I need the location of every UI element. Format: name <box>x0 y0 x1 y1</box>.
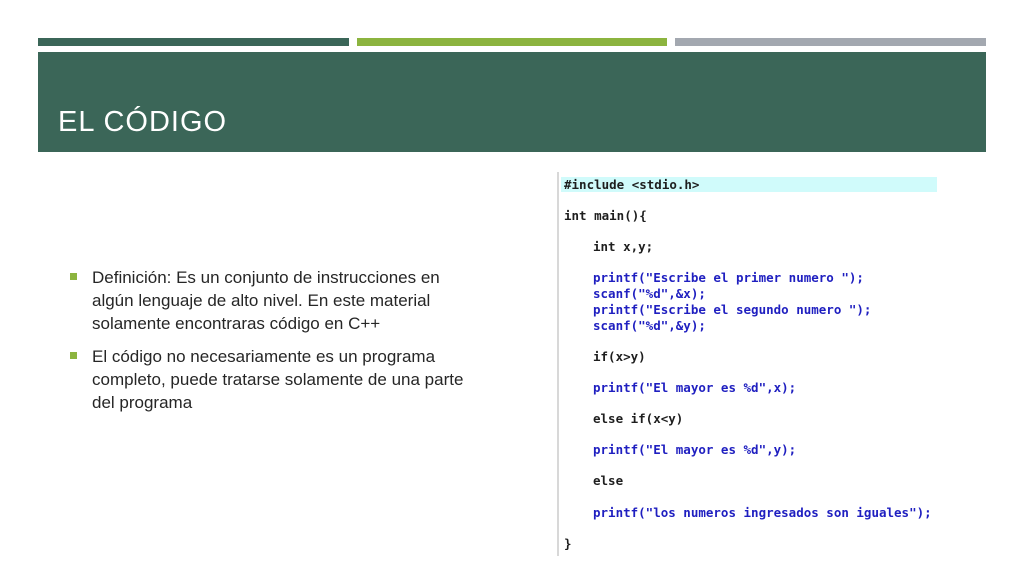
bullet-item: El código no necesariamente es un progra… <box>66 345 466 414</box>
bullet-text: El código no necesariamente es un progra… <box>92 347 464 412</box>
code-line: int x,y; <box>593 239 654 254</box>
title-bar: EL CÓDIGO <box>38 52 986 152</box>
code-line: int main(){ <box>564 208 647 223</box>
bullet-text: Definición: Es un conjunto de instruccio… <box>92 268 440 333</box>
code-line: } <box>564 536 572 551</box>
slide-title: EL CÓDIGO <box>58 106 228 138</box>
code-line: #include <stdio.h> <box>561 177 937 192</box>
code-line: printf("los numeros ingresados son igual… <box>593 505 932 520</box>
code-line: if(x>y) <box>593 349 646 364</box>
top-stripe-green <box>357 38 667 46</box>
code-line: scanf("%d",&y); <box>593 318 706 333</box>
code-line: else if(x<y) <box>593 411 684 426</box>
bullet-item: Definición: Es un conjunto de instruccio… <box>66 266 466 335</box>
square-bullet-icon <box>70 352 77 359</box>
code-line: printf("El mayor es %d",x); <box>593 380 797 395</box>
top-stripe-dark <box>38 38 349 46</box>
square-bullet-icon <box>70 273 77 280</box>
bullet-list: Definición: Es un conjunto de instruccio… <box>66 266 466 424</box>
code-line: printf("El mayor es %d",y); <box>593 442 797 457</box>
code-line: printf("Escribe el segundo numero "); <box>593 302 872 317</box>
code-line: printf("Escribe el primer numero "); <box>593 270 864 285</box>
top-stripe-gray <box>675 38 986 46</box>
code-line: scanf("%d",&x); <box>593 286 706 301</box>
code-screenshot: #include <stdio.h> int main(){ int x,y; … <box>557 172 937 556</box>
code-line: else <box>593 473 624 488</box>
